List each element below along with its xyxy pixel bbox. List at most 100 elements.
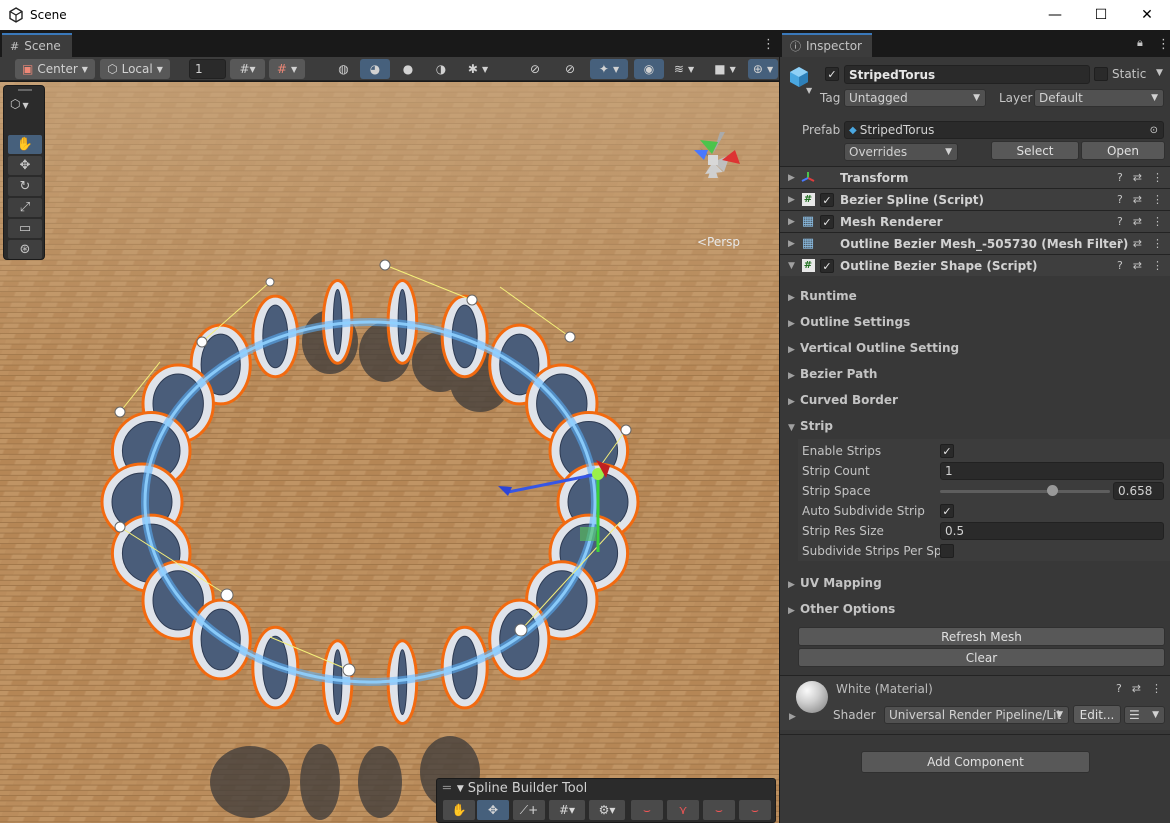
add-component-button[interactable]: Add Component [861, 751, 1090, 773]
prefab-open-button[interactable]: Open [1081, 141, 1165, 160]
chevron-down-icon[interactable]: ▼ [806, 86, 812, 95]
tag-dropdown[interactable]: Untagged ▼ [844, 89, 986, 107]
kebab-menu-icon[interactable]: ⋮ [1151, 682, 1162, 695]
shading-shaded-wire-button[interactable]: ◕ [360, 59, 390, 79]
grid-snap-button[interactable]: #▾ [230, 59, 265, 79]
lock-icon[interactable]: 🔒︎ [1137, 36, 1143, 50]
section-vertical-outline[interactable]: ▶ Vertical Outline Setting [788, 341, 959, 355]
preset-icon[interactable]: ⇄ [1133, 259, 1142, 272]
maximize-button[interactable]: ☐ [1078, 0, 1124, 30]
collapse-arrow-icon[interactable]: ▼ [457, 784, 464, 794]
spline-move-button[interactable]: ✥ [477, 800, 509, 820]
component-enabled-checkbox[interactable]: ✓ [820, 193, 834, 207]
increment-snap-button[interactable]: # ▼ [269, 59, 305, 79]
clear-button[interactable]: Clear [798, 648, 1165, 667]
scene-viewport[interactable]: <Persp [0, 82, 779, 823]
active-checkbox[interactable]: ✓ [825, 67, 839, 81]
component-header[interactable]: ▶ ▦ ✓ Mesh Renderer? ⇄ ⋮ [780, 210, 1170, 232]
spline-snap-button[interactable]: #▾ [549, 800, 585, 820]
scale-tool[interactable]: ⤢ [8, 198, 42, 217]
tab-scene[interactable]: # Scene [2, 33, 72, 57]
static-dropdown-arrow[interactable]: ▼ [1156, 68, 1163, 78]
section-outline-settings[interactable]: ▶ Outline Settings [788, 315, 910, 329]
kebab-menu-icon[interactable]: ⋮ [1152, 237, 1163, 250]
shading-shaded-button[interactable]: ● [393, 59, 423, 79]
overlay-drag-handle[interactable]: ═ [443, 781, 451, 796]
spline-add-point-button[interactable]: ⟋+ [513, 800, 545, 820]
pivot-dropdown[interactable]: ▣ Center ▼ [15, 59, 95, 79]
effects-button[interactable]: ✦ ▼ [590, 59, 628, 79]
help-icon[interactable]: ? [1117, 171, 1123, 184]
kebab-menu-icon[interactable]: ⋮ [1152, 215, 1163, 228]
object-picker-icon[interactable]: ⊙ [1150, 125, 1158, 136]
close-button[interactable]: ✕ [1124, 0, 1170, 30]
kebab-menu-icon[interactable]: ⋮ [1152, 193, 1163, 206]
spline-free-button[interactable]: ⌣ [739, 800, 771, 820]
prefab-field[interactable]: ◆ StripedTorus ⊙ [844, 121, 1164, 139]
subdivide-per-spline-checkbox[interactable] [940, 544, 954, 558]
palette-drag-handle[interactable] [18, 89, 32, 91]
spline-settings-button[interactable]: ⚙▾ [589, 800, 625, 820]
section-bezier-path[interactable]: ▶ Bezier Path [788, 367, 877, 381]
preset-icon[interactable]: ⇄ [1133, 193, 1142, 206]
spline-auto-button[interactable]: ⌣ [703, 800, 735, 820]
minimize-button[interactable]: — [1032, 0, 1078, 30]
section-curved-border[interactable]: ▶ Curved Border [788, 393, 898, 407]
shader-edit-button[interactable]: Edit... [1073, 705, 1121, 724]
shading-wire-button[interactable]: ◍ [329, 59, 358, 79]
shader-dropdown[interactable]: Universal Render Pipeline/Lit ▼ [884, 706, 1069, 724]
object-name-field[interactable]: StripedTorus [844, 65, 1090, 84]
debug-draw-mode-button[interactable]: ✱ ▼ [460, 59, 496, 79]
section-strip[interactable]: ▼ Strip [788, 419, 833, 433]
kebab-menu-icon[interactable]: ⋮ [1152, 259, 1163, 272]
strip-count-field[interactable]: 1 [940, 462, 1164, 480]
kebab-menu-icon[interactable]: ⋮ [1157, 37, 1170, 52]
help-icon[interactable]: ? [1116, 682, 1122, 695]
space-dropdown[interactable]: ⬡ Local ▼ [100, 59, 170, 79]
spline-hand-button[interactable]: ✋ [443, 800, 475, 820]
section-runtime[interactable]: ▶ Runtime [788, 289, 857, 303]
foldout-right-icon[interactable]: ▶ [789, 712, 796, 722]
layers-button[interactable]: ≋ ▼ [666, 59, 702, 79]
preset-icon[interactable]: ⇄ [1133, 171, 1142, 184]
gizmos-button[interactable]: ⊕ ▼ [748, 59, 778, 79]
help-icon[interactable]: ? [1117, 193, 1123, 206]
grid-size-field[interactable]: 1 [189, 59, 226, 79]
preset-icon[interactable]: ⇄ [1133, 237, 1142, 250]
prefab-select-button[interactable]: Select [991, 141, 1079, 160]
projection-label[interactable]: <Persp [697, 235, 740, 249]
component-enabled-checkbox[interactable]: ✓ [820, 215, 834, 229]
rect-tool[interactable]: ▭ [8, 219, 42, 238]
strip-space-slider-thumb[interactable] [1046, 485, 1058, 496]
component-header[interactable]: ▼ # ✓ Outline Bezier Shape (Script)? ⇄ ⋮ [780, 254, 1170, 276]
static-checkbox[interactable] [1094, 67, 1108, 81]
shading-unlit-button[interactable]: ◑ [426, 59, 456, 79]
rotate-tool[interactable]: ↻ [8, 177, 42, 196]
lighting-toggle-button[interactable]: ⊘ [555, 59, 585, 79]
transform-tool[interactable]: ⊛ [8, 240, 42, 259]
preset-icon[interactable]: ⇄ [1132, 682, 1141, 695]
camera-button[interactable]: ■ ▼ [706, 59, 744, 79]
spline-corner-button[interactable]: ⋎ [667, 800, 699, 820]
strip-res-field[interactable]: 0.5 [940, 522, 1164, 540]
preset-icon[interactable]: ⇄ [1133, 215, 1142, 228]
toggle-2d-button[interactable]: ⊘ [520, 59, 550, 79]
component-header[interactable]: ▶ Transform? ⇄ ⋮ [780, 166, 1170, 188]
help-icon[interactable]: ? [1117, 215, 1123, 228]
layer-dropdown[interactable]: Default ▼ [1034, 89, 1164, 107]
tab-inspector[interactable]: ⓘ Inspector [782, 33, 872, 57]
move-tool[interactable]: ✥ [8, 156, 42, 175]
strip-space-field[interactable]: 0.658 [1113, 482, 1164, 500]
component-header[interactable]: ▶ # ✓ Bezier Spline (Script)? ⇄ ⋮ [780, 188, 1170, 210]
help-icon[interactable]: ? [1117, 237, 1123, 250]
component-header[interactable]: ▶ ▦ Outline Bezier Mesh_-505730 (Mesh Filt… [780, 232, 1170, 254]
help-icon[interactable]: ? [1117, 259, 1123, 272]
auto-subdivide-checkbox[interactable]: ✓ [940, 504, 954, 518]
section-other-options[interactable]: ▶ Other Options [788, 602, 895, 616]
tool-mode-dropdown[interactable]: ⬡ ▼ [10, 97, 29, 111]
hand-tool[interactable]: ✋ [8, 135, 42, 154]
overrides-dropdown[interactable]: Overrides ▼ [844, 143, 958, 161]
kebab-menu-icon[interactable]: ⋮ [1152, 171, 1163, 184]
enable-strips-checkbox[interactable]: ✓ [940, 444, 954, 458]
strip-space-slider-track[interactable] [940, 490, 1110, 493]
